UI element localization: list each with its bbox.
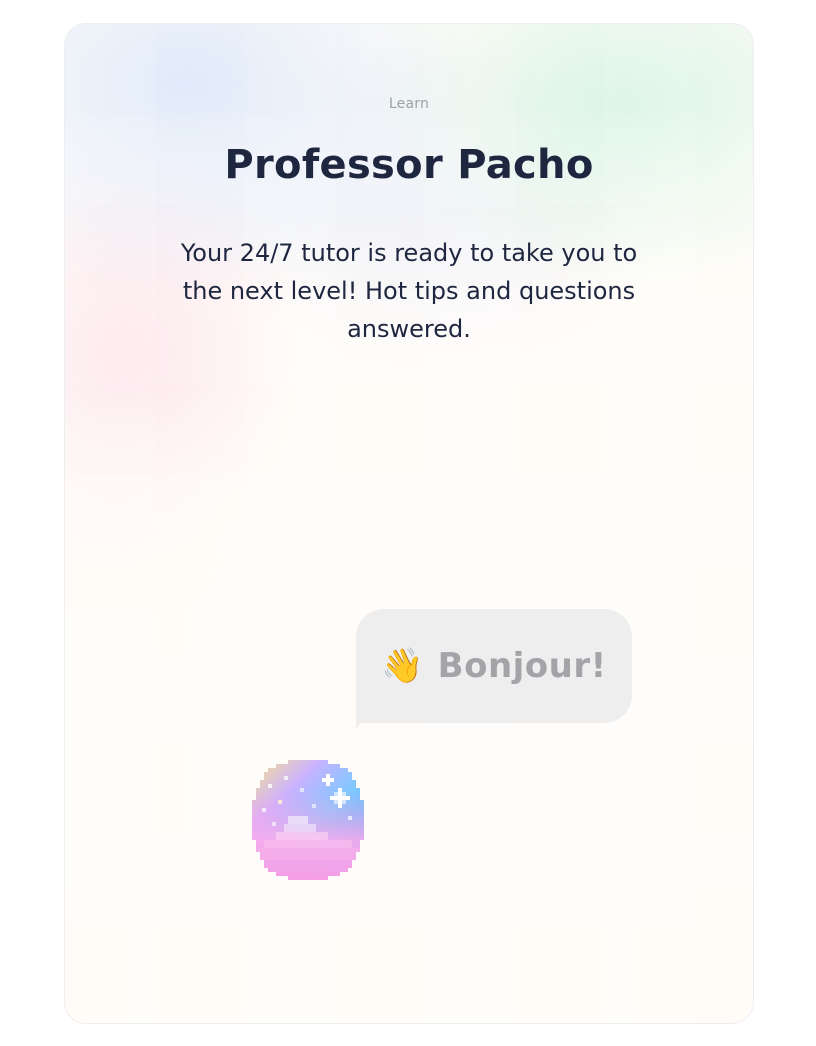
greeting-bubble: 👋 Bonjour! <box>356 609 632 723</box>
greeting-text: Bonjour! <box>437 646 607 686</box>
section-label: Learn <box>388 96 430 112</box>
waving-hand-icon: 👋 <box>381 646 424 686</box>
page-title: Professor Pacho <box>224 142 594 188</box>
tutor-description: Your 24/7 tutor is ready to take you to … <box>180 239 638 343</box>
pixel-orb-avatar-icon <box>252 760 364 880</box>
tutor-card[interactable]: Learn Professor Pacho Your 24/7 tutor is… <box>64 23 754 1024</box>
bubble-tail <box>356 714 366 730</box>
